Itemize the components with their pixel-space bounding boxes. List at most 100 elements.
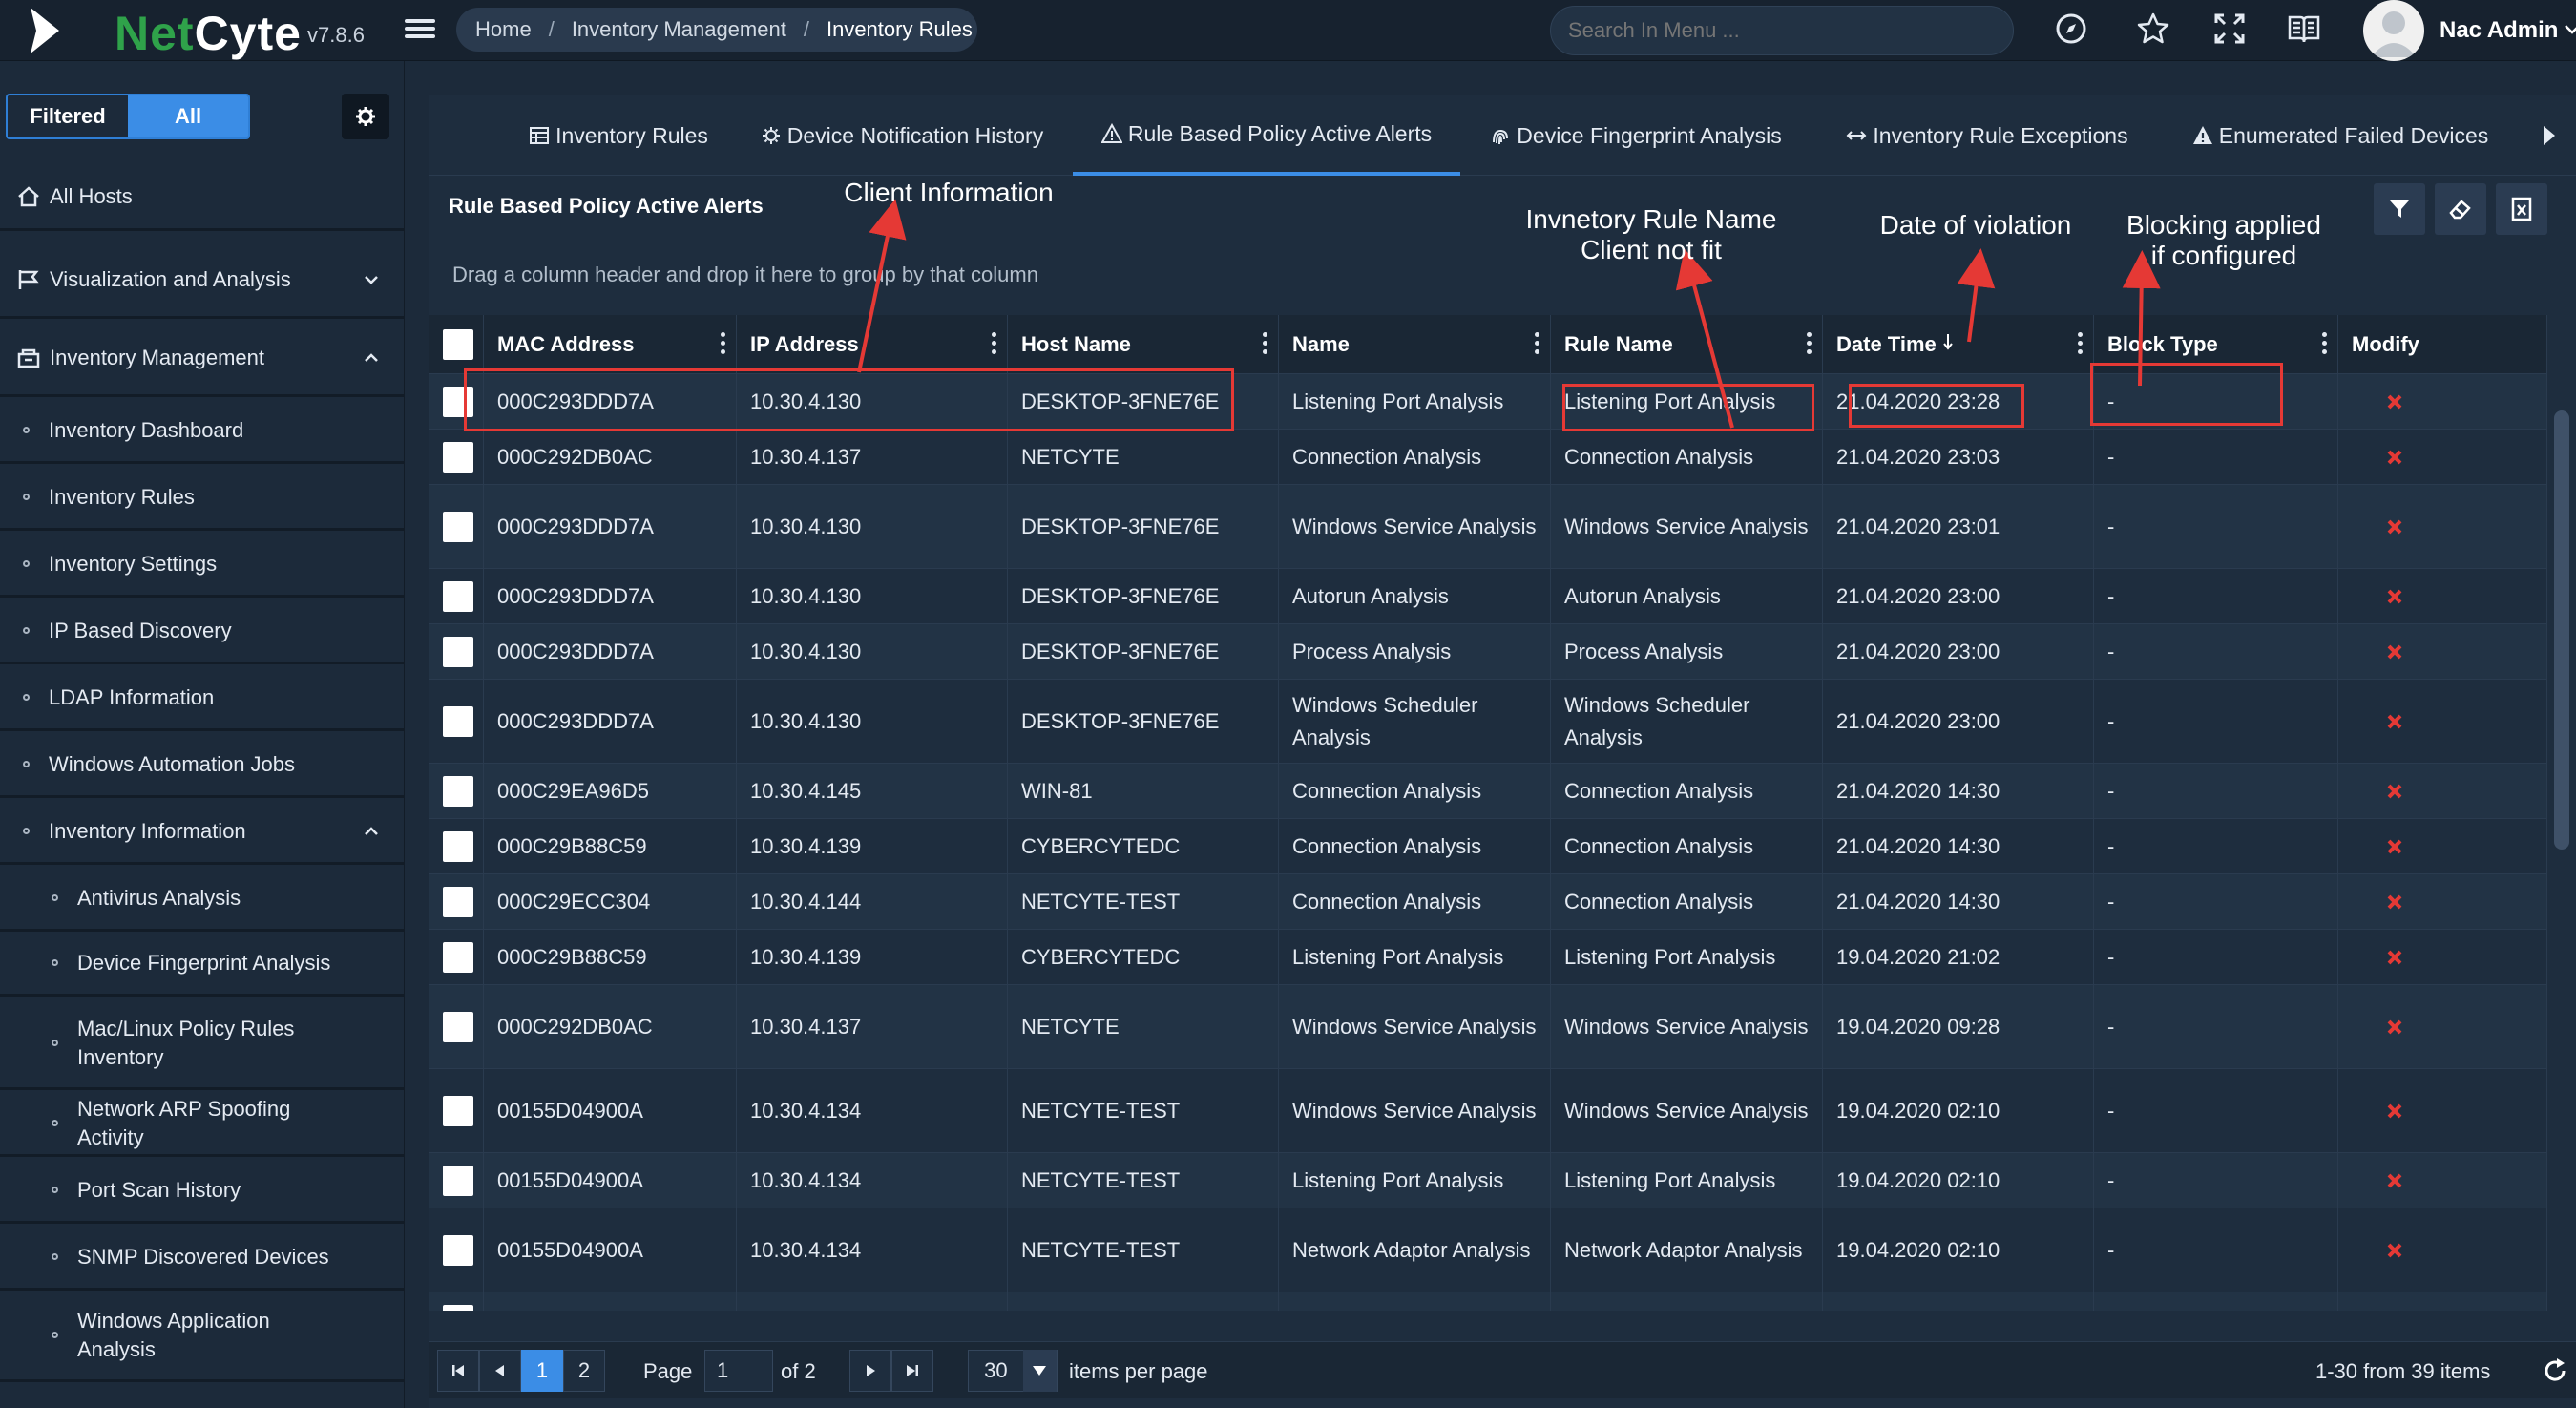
vertical-scrollbar[interactable] [2547,315,2576,1311]
select-all-checkbox[interactable] [443,329,473,360]
chevron-up-icon[interactable] [363,823,380,840]
page-size-select[interactable]: 30 [968,1350,1058,1392]
sidebar-item-visualization-and-analysis[interactable]: Visualization and Analysis [0,242,405,319]
row-checkbox[interactable] [443,441,473,473]
delete-icon[interactable] [2386,518,2403,536]
table-row[interactable]: 000C29627B0A10.30.4.132NETCYTE-VMAutorun… [429,1292,2547,1311]
logo[interactable]: NetCyte v7.8.6 [0,0,401,61]
row-checkbox[interactable] [443,775,473,807]
delete-icon[interactable] [2386,838,2403,855]
sidebar-item-device-fingerprint-analysis[interactable]: Device Fingerprint Analysis [0,932,405,997]
tab-inventory-rule-exceptions[interactable]: Inventory Rule Exceptions [1834,95,2140,176]
table-row[interactable]: 000C293DDD7A 10.30.4.130 DESKTOP-3FNE76E Pr… [429,624,2547,680]
row-checkbox[interactable] [443,886,473,917]
user-menu[interactable]: Nac Admin [2363,0,2576,61]
sidebar-item-ldap-information[interactable]: LDAP Information [0,666,405,731]
refresh-icon[interactable] [2542,1357,2568,1384]
breadcrumb-inventory-management[interactable]: Inventory Management [572,17,786,42]
column-header-rule-name[interactable]: Rule Name [1551,315,1823,374]
sidebar-item-snmp-discovered-devices[interactable]: SNMP Discovered Devices [0,1226,405,1291]
prev-page-button[interactable] [479,1350,521,1392]
fullscreen-icon[interactable] [2210,10,2249,48]
sidebar-item-network-arp-spoofing-activity[interactable]: Network ARP Spoofing Activity [0,1092,405,1157]
sidebar-item-all-hosts[interactable]: All Hosts [0,164,405,231]
sidebar-item-inventory-settings[interactable]: Inventory Settings [0,533,405,598]
column-menu-icon[interactable] [992,332,997,357]
next-page-button[interactable] [849,1350,891,1392]
column-menu-icon[interactable] [721,332,726,357]
delete-icon[interactable] [2386,1103,2403,1120]
row-checkbox[interactable] [443,1304,473,1311]
table-row[interactable]: 000C292DB0AC 10.30.4.137 NETCYTE Connection… [429,430,2547,485]
hamburger-menu-icon[interactable] [405,15,435,44]
table-row[interactable]: 00155D04900A 10.30.4.134 NETCYTE-TEST Windo… [429,1069,2547,1153]
table-row[interactable]: 000C293DDD7A 10.30.4.130 DESKTOP-3FNE76E Wi… [429,485,2547,569]
table-row[interactable]: 00155D04900A 10.30.4.134 NETCYTE-TEST Netwo… [429,1208,2547,1292]
table-row[interactable]: 000C29B88C59 10.30.4.139 CYBERCYTEDC Connec… [429,819,2547,874]
tab-enumerated-failed-devices[interactable]: Enumerated Failed Devices [2168,95,2512,176]
delete-icon[interactable] [2386,449,2403,466]
chevron-down-icon[interactable] [2564,21,2576,38]
sidebar-item-mac-linux-policy-rules-inventory[interactable]: Mac/Linux Policy Rules Inventory [0,998,405,1090]
column-header-name[interactable]: Name [1279,315,1551,374]
table-row[interactable]: 000C293DDD7A 10.30.4.130 DESKTOP-3FNE76E Wi… [429,680,2547,764]
column-menu-icon[interactable] [2078,332,2084,357]
star-icon[interactable] [2134,10,2172,48]
column-header-mac-address[interactable]: MAC Address [484,315,737,374]
table-row[interactable]: 000C29ECC304 10.30.4.144 NETCYTE-TEST Conne… [429,874,2547,930]
breadcrumb-home[interactable]: Home [475,17,532,42]
page-number-input[interactable] [704,1350,773,1392]
column-menu-icon[interactable] [1263,332,1268,357]
delete-icon[interactable] [2386,1019,2403,1036]
column-menu-icon[interactable] [1535,332,1540,357]
sidebar-item-inventory-rules[interactable]: Inventory Rules [0,466,405,531]
filter-button[interactable] [2374,183,2425,235]
compass-icon[interactable] [2052,10,2090,48]
table-row[interactable]: 000C292DB0AC 10.30.4.137 NETCYTE Windows Se… [429,985,2547,1069]
row-checkbox[interactable] [443,636,473,667]
sidebar-settings-button[interactable] [342,94,389,139]
tab-device-fingerprint-analysis[interactable]: Device Fingerprint Analysis [1470,95,1802,176]
sidebar-item-windows-automation-jobs[interactable]: Windows Automation Jobs [0,733,405,798]
sidebar-item-inventory-information[interactable]: Inventory Information [0,800,405,865]
table-row[interactable]: 000C29EA96D5 10.30.4.145 WIN-81 Connection … [429,764,2547,819]
chevron-up-icon[interactable] [363,349,380,367]
row-checkbox[interactable] [443,1234,473,1266]
clear-filters-button[interactable] [2435,183,2486,235]
row-checkbox[interactable] [443,705,473,737]
column-header-ip-address[interactable]: IP Address [737,315,1008,374]
row-checkbox[interactable] [443,511,473,542]
export-excel-button[interactable] [2496,183,2547,235]
page-1-button[interactable]: 1 [521,1350,563,1392]
column-header-date-time[interactable]: Date Time [1823,315,2094,374]
column-menu-icon[interactable] [2322,332,2328,357]
column-header-host-name[interactable]: Host Name [1008,315,1279,374]
tab-device-notification-history[interactable]: Device Notification History [744,95,1059,176]
row-checkbox[interactable] [443,1095,473,1126]
sidebar-item-port-scan-history[interactable]: Port Scan History [0,1159,405,1224]
book-icon[interactable] [2285,10,2323,48]
table-row[interactable]: 000C29B88C59 10.30.4.139 CYBERCYTEDC Listen… [429,930,2547,985]
tab-rule-based-policy-active-alerts[interactable]: Rule Based Policy Active Alerts [1073,95,1460,176]
delete-icon[interactable] [2386,1242,2403,1259]
delete-icon[interactable] [2386,393,2403,410]
sidebar-item-inventory-dashboard[interactable]: Inventory Dashboard [0,399,405,464]
row-checkbox[interactable] [443,941,473,973]
delete-icon[interactable] [2386,949,2403,966]
avatar[interactable] [2363,0,2424,61]
filtered-toggle-button[interactable]: Filtered [8,95,128,137]
table-row[interactable]: 00155D04900A 10.30.4.134 NETCYTE-TEST Liste… [429,1153,2547,1208]
chevron-down-icon[interactable] [363,271,380,288]
delete-icon[interactable] [2386,893,2403,911]
row-checkbox[interactable] [443,1165,473,1196]
row-checkbox[interactable] [443,1011,473,1042]
column-menu-icon[interactable] [1807,332,1812,357]
delete-icon[interactable] [2386,643,2403,661]
first-page-button[interactable] [437,1350,479,1392]
column-header-modify[interactable]: Modify [2338,315,2547,374]
last-page-button[interactable] [891,1350,933,1392]
menu-search-input[interactable] [1550,6,2014,55]
page-2-button[interactable]: 2 [563,1350,605,1392]
row-checkbox[interactable] [443,580,473,612]
sidebar-item-antivirus-analysis[interactable]: Antivirus Analysis [0,867,405,932]
